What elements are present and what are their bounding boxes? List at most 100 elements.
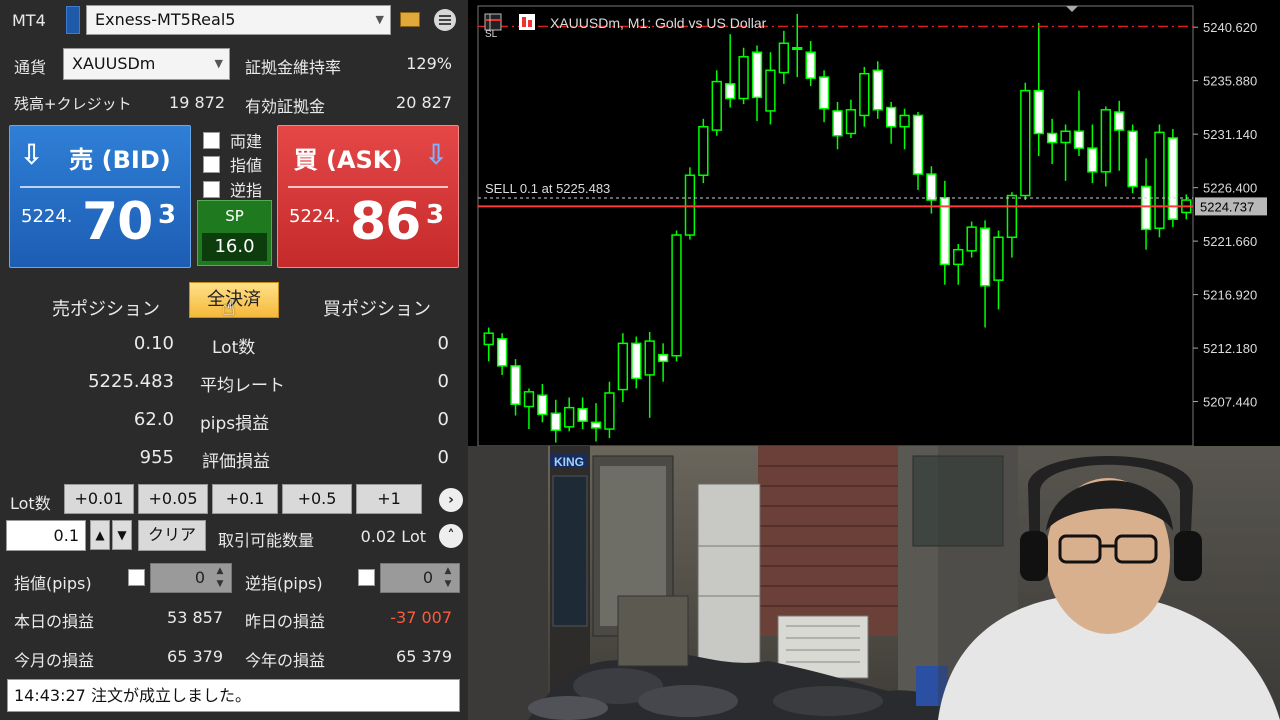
divider bbox=[288, 186, 448, 188]
year-pl-label: 今年の損益 bbox=[245, 651, 326, 670]
month-pl-label: 今月の損益 bbox=[14, 651, 95, 670]
lot-decrease-button[interactable]: ▼ bbox=[112, 520, 132, 550]
candle bbox=[684, 167, 696, 240]
candle-body-bear bbox=[805, 51, 816, 79]
tradable-value: 0.02 Lot bbox=[360, 527, 426, 546]
stop-pips-label: 逆指(pips) bbox=[245, 574, 323, 593]
hedge-label: 両建 bbox=[230, 132, 263, 151]
candle-body-bull bbox=[899, 114, 910, 128]
sell-unrealized-pl-value: 955 bbox=[139, 447, 174, 468]
limit-pips-checkbox[interactable] bbox=[128, 569, 145, 586]
limit-pips-input[interactable]: 0 ▲ ▼ bbox=[150, 563, 232, 593]
scene-illustration: KING bbox=[468, 446, 1280, 720]
buy-ask-title: 買 (ASK) ⇩ bbox=[278, 138, 458, 175]
candle-body-bear bbox=[1046, 132, 1058, 144]
ask-price-prefix: 5224. bbox=[289, 206, 341, 227]
candle bbox=[1154, 124, 1165, 238]
price-chart[interactable]: 5240.620 5235.880 5231.140 5226.400 5221.660… bbox=[468, 0, 1280, 446]
candle-body-bear bbox=[496, 338, 508, 367]
stop-pips-checkbox[interactable] bbox=[358, 569, 375, 586]
candle-body-bear bbox=[725, 83, 736, 100]
limit-checkbox[interactable] bbox=[203, 155, 220, 173]
year-pl-value: 65 379 bbox=[396, 647, 452, 666]
menu-icon[interactable] bbox=[434, 9, 456, 31]
candle-body-bear bbox=[550, 412, 561, 431]
folder-icon[interactable] bbox=[400, 12, 420, 27]
price-tick-label: 5221.660 bbox=[1203, 234, 1257, 249]
month-pl-value: 65 379 bbox=[167, 647, 223, 666]
chart-symbol-icon[interactable] bbox=[519, 14, 535, 30]
lot-add-0-05-button[interactable]: +0.05 bbox=[138, 484, 208, 514]
clear-button[interactable]: クリア bbox=[138, 520, 206, 551]
lot-add-0-5-button[interactable]: +0.5 bbox=[282, 484, 352, 514]
lot-add-0-1-button[interactable]: +0.1 bbox=[212, 484, 278, 514]
candle-body-bull bbox=[738, 56, 749, 100]
chevron-up-icon[interactable]: ˄ bbox=[439, 524, 463, 548]
buy-unrealized-pl-value: 0 bbox=[437, 447, 449, 468]
candle-body-bear bbox=[537, 394, 548, 416]
price-tick-label: 5240.620 bbox=[1203, 20, 1257, 35]
candle-body-bull bbox=[1154, 131, 1165, 230]
stop-pips-input[interactable]: 0 ▲ ▼ bbox=[380, 563, 460, 593]
candle-body-bull bbox=[671, 234, 682, 357]
candle-body-bull bbox=[698, 125, 709, 176]
sell-avg-rate-value: 5225.483 bbox=[88, 371, 174, 392]
candle-body-bull bbox=[684, 174, 696, 236]
candle-body-bear bbox=[1033, 89, 1044, 135]
symbol-select[interactable]: XAUUSDm ▼ bbox=[63, 48, 230, 80]
ask-price-point-digit: 3 bbox=[426, 200, 445, 230]
hedge-checkbox[interactable] bbox=[203, 131, 220, 149]
lot-input[interactable]: 0.1 bbox=[6, 520, 86, 551]
candle-body-bear bbox=[832, 110, 843, 137]
account-select-value: Exness-MT5Real5 bbox=[95, 10, 236, 29]
spinner-arrows-icon[interactable]: ▲ ▼ bbox=[211, 565, 229, 591]
one-click-trade-panel: MT4 Exness-MT5Real5 ▼ 通貨 XAUUSDm ▼ 証拠金維持… bbox=[0, 0, 468, 720]
sell-bid-label: 売 (BID) bbox=[69, 146, 171, 174]
candle-body-bear bbox=[979, 227, 991, 287]
spread-value: 16.0 bbox=[202, 233, 267, 261]
account-color-indicator bbox=[66, 6, 80, 34]
buy-position-header: 買ポジション bbox=[323, 299, 431, 320]
option-hedge[interactable]: 両建 bbox=[203, 128, 262, 152]
buy-avg-rate-value: 0 bbox=[437, 371, 449, 392]
price-axis: 5240.620 5235.880 5231.140 5226.400 5221.660… bbox=[1193, 20, 1267, 410]
candle-body-bull bbox=[778, 42, 790, 74]
chevron-right-icon[interactable]: › bbox=[439, 488, 463, 512]
spinner-arrows-icon[interactable]: ▲ ▼ bbox=[439, 565, 457, 591]
refrigerator bbox=[697, 483, 761, 671]
price-tick-label: 5231.140 bbox=[1203, 127, 1257, 142]
account-select[interactable]: Exness-MT5Real5 ▼ bbox=[86, 5, 391, 35]
symbol-select-value: XAUUSDm bbox=[72, 54, 156, 73]
candle-body-bull bbox=[953, 248, 964, 266]
buy-ask-button[interactable]: 買 (ASK) ⇩ 5224. 86 3 bbox=[277, 125, 459, 268]
lot-add-1-button[interactable]: +1 bbox=[356, 484, 422, 514]
candle bbox=[671, 230, 682, 362]
stop-checkbox[interactable] bbox=[203, 180, 220, 198]
candle-body-bear bbox=[926, 173, 937, 201]
sell-bid-button[interactable]: ⇩ 売 (BID) 5224. 70 3 bbox=[9, 125, 191, 268]
candlestick-chart-svg[interactable]: 5240.620 5235.880 5231.140 5226.400 5221.660… bbox=[468, 0, 1280, 446]
chart-grid-icon[interactable] bbox=[484, 13, 502, 31]
candle-body-bull bbox=[845, 109, 857, 135]
lot-increase-button[interactable]: ▲ bbox=[90, 520, 110, 550]
armchair bbox=[617, 595, 689, 667]
candle-body-bear bbox=[912, 114, 924, 175]
limit-option-label: 指値 bbox=[230, 156, 263, 175]
webcam-video-feed: KING bbox=[468, 446, 1280, 720]
avg-rate-row-label: 平均レート bbox=[200, 376, 285, 396]
candle-body-bull bbox=[1006, 194, 1018, 239]
candle-body-bull bbox=[1060, 130, 1071, 144]
option-limit[interactable]: 指値 bbox=[203, 152, 262, 176]
limit-pips-label: 指値(pips) bbox=[14, 574, 92, 593]
candle-body-bear bbox=[1087, 147, 1098, 173]
streamer bbox=[938, 446, 1280, 720]
bid-price-point-digit: 3 bbox=[158, 200, 177, 230]
option-stop[interactable]: 逆指 bbox=[203, 177, 262, 201]
candle-body-bull bbox=[604, 392, 615, 430]
balance-label: 残高+クレジット bbox=[14, 95, 132, 113]
arrow-down-icon: ⇩ bbox=[20, 138, 44, 171]
candle-body-bull bbox=[644, 340, 655, 376]
lot-add-0-01-button[interactable]: +0.01 bbox=[64, 484, 134, 514]
price-tick-label: 5216.920 bbox=[1203, 288, 1257, 303]
candle-body-bull bbox=[564, 406, 575, 428]
